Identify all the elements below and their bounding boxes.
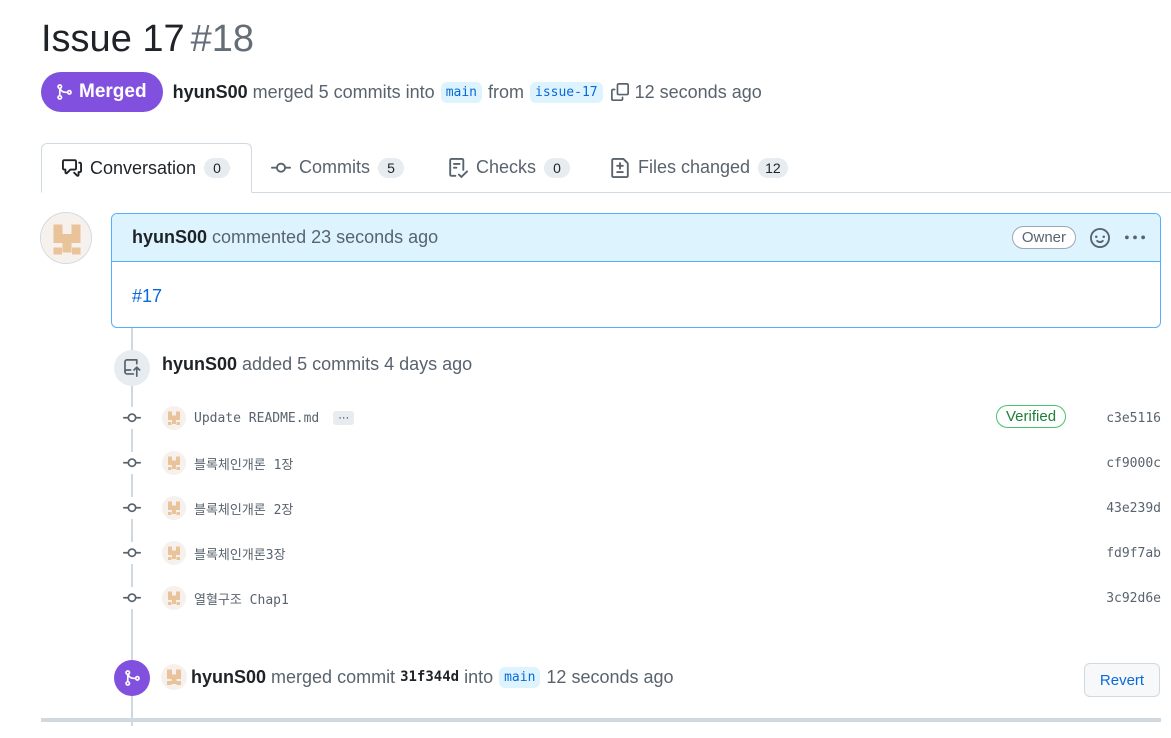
git-merge-icon [57, 84, 72, 100]
comment-box: hyunS00 commented 23 seconds ago Owner #… [111, 213, 1161, 328]
commit-sha-link[interactable]: fd9f7ab [1106, 546, 1161, 561]
tab-commits-label: Commits [299, 157, 370, 177]
added-author-link[interactable]: hyunS00 [162, 354, 237, 374]
pr-state-row: Merged hyunS00 merged 5 commits into mai… [41, 72, 762, 112]
comment-header: hyunS00 commented 23 seconds ago Owner [112, 214, 1160, 262]
tab-conversation-label: Conversation [90, 157, 197, 178]
git-commit-icon [121, 452, 143, 474]
avatar[interactable] [40, 212, 92, 264]
merged-event: hyunS00 merged commit 31f344d into main … [161, 662, 674, 692]
added-commits-event: hyunS00 added 5 commits 4 days ago [162, 354, 472, 375]
copy-icon[interactable] [610, 83, 629, 101]
merge-time[interactable]: 12 seconds ago [546, 667, 673, 688]
tab-checks-label: Checks [476, 157, 537, 177]
avatar[interactable] [162, 451, 186, 475]
tab-commits[interactable]: Commits 5 [271, 143, 404, 192]
verified-badge[interactable]: Verified [996, 405, 1067, 428]
tab-files-changed[interactable]: Files changed 12 [610, 143, 788, 192]
commit-sha-link[interactable]: 3c92d6e [1106, 591, 1161, 606]
avatar[interactable] [162, 541, 186, 565]
pr-summary-text: merged 5 commits into [252, 81, 435, 102]
avatar[interactable] [162, 406, 186, 430]
owner-badge: Owner [1011, 226, 1076, 249]
commit-message-link[interactable]: 블록체인개론3장 [194, 544, 286, 563]
tab-files-count: 12 [758, 157, 788, 178]
comment-meta[interactable]: commented 23 seconds ago [212, 227, 438, 248]
tab-commits-count: 5 [378, 157, 404, 178]
expand-commit-button[interactable]: ··· [333, 411, 355, 425]
repo-push-icon [114, 350, 150, 386]
tab-conversation[interactable]: Conversation 0 [41, 143, 253, 193]
commit-message-link[interactable]: 열혈구조 Chap1 [194, 589, 289, 608]
merge-into-text: into [464, 666, 494, 687]
commit-row: Update README.md ··· Verified c3e5116 [121, 403, 1161, 433]
avatar[interactable] [162, 496, 186, 520]
commit-sha-link[interactable]: cf9000c [1106, 456, 1161, 471]
commit-message-link[interactable]: 블록체인개론 2장 [194, 499, 293, 518]
git-commit-icon [121, 407, 143, 429]
commit-message-link[interactable]: Update README.md [194, 411, 319, 426]
merged-state-label: Merged [79, 81, 147, 102]
divider [41, 718, 1161, 722]
tab-conversation-count: 0 [204, 158, 231, 178]
base-branch-label[interactable]: main [440, 81, 482, 103]
commit-sha-link[interactable]: 43e239d [1106, 501, 1161, 516]
avatar[interactable] [161, 664, 187, 690]
commit-row: 블록체인개론 2장 43e239d [121, 493, 1161, 523]
commit-sha-link[interactable]: c3e5116 [1106, 411, 1161, 426]
issue-link[interactable]: #17 [132, 286, 162, 306]
commit-row: 열혈구조 Chap1 3c92d6e [121, 583, 1161, 613]
pr-tabs: Conversation 0 Commits 5 Checks 0 Files … [41, 143, 1171, 193]
from-text: from [488, 81, 524, 102]
merge-author-link[interactable]: hyunS00 [191, 667, 266, 688]
tab-checks-count: 0 [544, 157, 571, 178]
tab-checks[interactable]: Checks 0 [448, 143, 571, 192]
git-commit-icon [121, 497, 143, 519]
pr-number: #18 [190, 18, 255, 60]
merge-commit-sha-link[interactable]: 31f344d [400, 669, 459, 685]
git-merge-icon [114, 660, 150, 696]
pr-author-link[interactable]: hyunS00 [173, 82, 248, 103]
smiley-icon[interactable] [1090, 227, 1110, 248]
git-commit-icon [121, 542, 143, 564]
merge-text: merged commit [271, 666, 396, 687]
comment-discussion-icon [62, 159, 82, 177]
avatar[interactable] [162, 586, 186, 610]
comment-body: #17 [112, 262, 1160, 327]
head-branch-label[interactable]: issue-17 [530, 81, 603, 103]
merged-state-badge: Merged [41, 72, 163, 112]
commit-row: 블록체인개론3장 fd9f7ab [121, 538, 1161, 568]
commit-message-link[interactable]: 블록체인개론 1장 [194, 454, 293, 473]
file-diff-icon [611, 157, 629, 178]
git-commit-icon [271, 162, 291, 173]
added-text: added 5 commits 4 days ago [242, 354, 473, 374]
page-title: Issue 17 #18 [41, 14, 254, 64]
kebab-horizontal-icon[interactable] [1124, 228, 1146, 248]
commit-row: 블록체인개론 1장 cf9000c [121, 448, 1161, 478]
tab-files-label: Files changed [638, 157, 751, 177]
pr-time: 12 seconds ago [634, 81, 762, 102]
checklist-icon [449, 157, 468, 178]
merge-branch-label[interactable]: main [499, 666, 541, 688]
git-commit-icon [121, 587, 143, 609]
revert-button[interactable]: Revert [1084, 663, 1160, 697]
comment-author-link[interactable]: hyunS00 [132, 227, 207, 248]
pr-title: Issue 17 [41, 18, 185, 60]
